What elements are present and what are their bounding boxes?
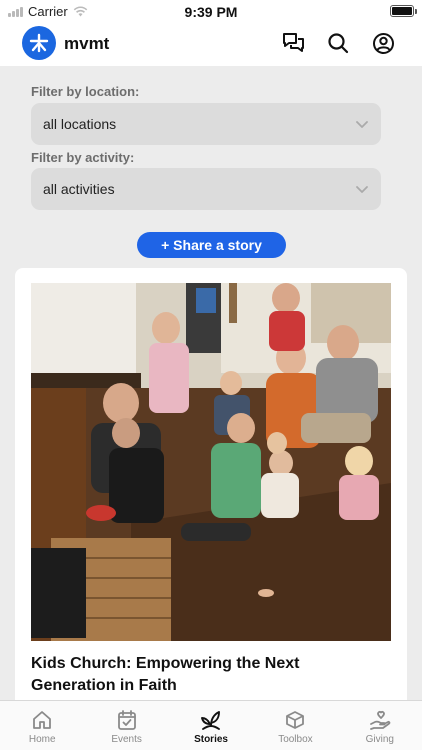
tab-toolbox[interactable]: Toolbox xyxy=(253,701,337,750)
tab-events[interactable]: Events xyxy=(84,701,168,750)
brand-name: mvmt xyxy=(64,34,110,53)
battery-icon xyxy=(390,5,417,17)
story-card[interactable]: Kids Church: Empowering the Next Generat… xyxy=(15,268,407,708)
location-select[interactable]: all locations xyxy=(31,103,381,145)
chevron-down-icon xyxy=(356,121,368,128)
tab-stories-label: Stories xyxy=(194,734,228,745)
app-header: mvmt xyxy=(0,22,422,66)
search-icon[interactable] xyxy=(326,31,350,55)
hand-heart-icon xyxy=(369,710,391,730)
share-story-button[interactable]: + Share a story xyxy=(137,232,286,258)
activity-select[interactable]: all activities xyxy=(31,168,381,210)
status-time: 9:39 PM xyxy=(184,4,238,20)
story-photo[interactable] xyxy=(31,283,391,641)
box-icon xyxy=(286,711,305,729)
tab-giving[interactable]: Giving xyxy=(338,701,422,750)
location-select-value: all locations xyxy=(43,116,117,132)
tab-home-label: Home xyxy=(28,734,56,745)
tab-giving-label: Giving xyxy=(365,734,394,745)
tab-bar: Home Events Stories Toolbox Giving xyxy=(0,700,422,750)
sprout-icon xyxy=(201,711,220,730)
story-title[interactable]: Kids Church: Empowering the Next Generat… xyxy=(31,653,361,697)
tab-toolbox-label: Toolbox xyxy=(278,734,313,745)
activity-select-value: all activities xyxy=(43,181,115,197)
calendar-check-icon xyxy=(117,710,136,730)
mvmt-logo-icon[interactable] xyxy=(22,26,56,60)
home-icon xyxy=(33,711,52,729)
status-bar: Carrier 9:39 PM xyxy=(0,0,422,22)
tab-events-label: Events xyxy=(111,734,142,745)
share-story-label: + Share a story xyxy=(161,237,262,253)
chat-icon[interactable] xyxy=(281,31,305,55)
tab-stories[interactable]: Stories xyxy=(169,701,253,750)
tab-home[interactable]: Home xyxy=(0,701,84,750)
profile-icon[interactable] xyxy=(371,31,395,55)
chevron-down-icon xyxy=(356,186,368,193)
activity-filter-label: Filter by activity: xyxy=(31,150,135,165)
location-filter-label: Filter by location: xyxy=(31,84,140,99)
